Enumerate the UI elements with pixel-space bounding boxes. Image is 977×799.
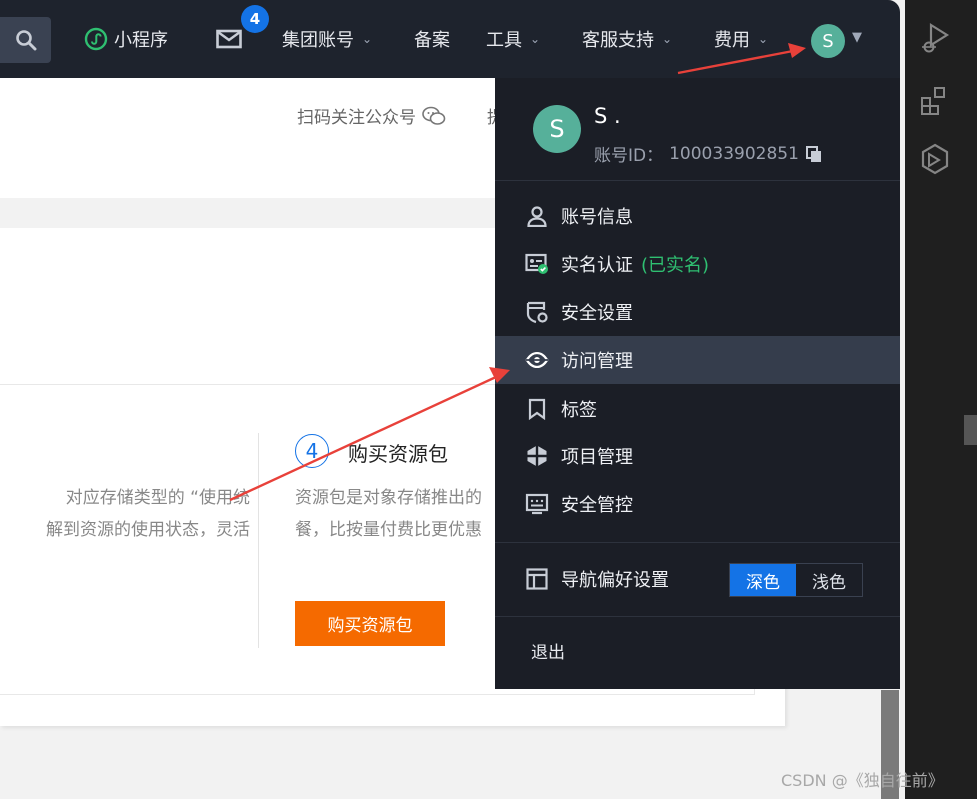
extensions-icon[interactable] bbox=[917, 83, 953, 119]
menu-item-real-name[interactable]: 实名认证 (已实名) bbox=[495, 240, 900, 288]
theme-dark-option[interactable]: 深色 bbox=[730, 564, 796, 596]
monitor-control-icon bbox=[525, 492, 549, 516]
user-avatar-button[interactable]: S bbox=[811, 24, 845, 58]
wechat-follow-label: 扫码关注公众号 bbox=[297, 108, 416, 128]
nav-tools-label: 工具 bbox=[486, 30, 522, 51]
chevron-down-icon: ⌄ bbox=[530, 32, 541, 46]
menu-item-access-management[interactable]: 访问管理 bbox=[495, 336, 900, 384]
buy-resource-pack-button[interactable]: 购买资源包 bbox=[295, 601, 445, 646]
mail-icon bbox=[216, 29, 242, 49]
account-id: 账号ID： 100033902851 bbox=[594, 141, 823, 166]
menu-item-label: 账号信息 bbox=[561, 207, 633, 228]
menu-item-label: 项目管理 bbox=[561, 447, 633, 468]
step-3-description: 对应存储类型的 “使用统 解到资源的使用状态，灵活 bbox=[0, 482, 250, 546]
menu-item-nav-preferences: 导航偏好设置 bbox=[495, 555, 715, 603]
layout-icon bbox=[525, 567, 549, 591]
divider bbox=[495, 542, 900, 543]
step-3-description-line: 对应存储类型的 “使用统 bbox=[65, 488, 250, 508]
nav-mini-program-label: 小程序 bbox=[114, 30, 168, 51]
menu-item-label: 标签 bbox=[561, 400, 597, 421]
shield-settings-icon bbox=[525, 300, 549, 324]
step-4-description: 资源包是对象存储推出的 餐，比按量付费比更优惠 bbox=[295, 482, 495, 546]
menu-item-tags[interactable]: 标签 bbox=[495, 385, 900, 433]
account-id-label: 账号ID： bbox=[594, 146, 664, 166]
watermark: CSDN @《独自往前》 bbox=[781, 771, 944, 790]
top-navigation-bar: 小程序 4 集团账号 ⌄ 备案 工具 ⌄ 客服支持 ⌄ 费用 ⌄ S ▼ bbox=[0, 0, 900, 78]
menu-item-project-management[interactable]: 项目管理 bbox=[495, 432, 900, 480]
menu-item-account-info[interactable]: 账号信息 bbox=[495, 192, 900, 240]
step-3-description-line: 解到资源的使用状态，灵活 bbox=[46, 520, 250, 540]
account-id-value: 100033902851 bbox=[669, 143, 799, 164]
eye-access-icon bbox=[525, 348, 549, 372]
nav-support[interactable]: 客服支持 ⌄ bbox=[582, 0, 672, 78]
search-button[interactable] bbox=[0, 17, 51, 63]
hexagon-extension-icon[interactable] bbox=[917, 142, 953, 178]
nav-messages[interactable] bbox=[216, 0, 242, 78]
editor-activity-bar bbox=[905, 0, 977, 799]
nav-group-account[interactable]: 集团账号 ⌄ bbox=[282, 0, 372, 78]
user-name: S . bbox=[594, 104, 621, 128]
divider bbox=[495, 180, 900, 181]
nav-mini-program[interactable]: 小程序 bbox=[84, 0, 168, 78]
nav-filing-label: 备案 bbox=[414, 30, 450, 51]
menu-item-label: 安全管控 bbox=[561, 495, 633, 516]
menu-item-label: 安全设置 bbox=[561, 303, 633, 324]
chevron-down-icon: ⌄ bbox=[662, 32, 673, 46]
card-bottom-border bbox=[0, 694, 755, 695]
nav-billing-label: 费用 bbox=[714, 30, 750, 51]
theme-light-option[interactable]: 浅色 bbox=[796, 564, 862, 596]
search-icon bbox=[15, 29, 37, 51]
run-debug-icon[interactable] bbox=[917, 20, 953, 56]
nav-tools[interactable]: 工具 ⌄ bbox=[486, 0, 540, 78]
menu-item-security-control[interactable]: 安全管控 bbox=[495, 480, 900, 528]
verified-status: (已实名) bbox=[641, 255, 710, 276]
step-divider bbox=[258, 433, 259, 648]
nav-group-account-label: 集团账号 bbox=[282, 30, 354, 51]
mini-program-icon bbox=[84, 27, 108, 51]
menu-item-label: 访问管理 bbox=[561, 351, 633, 372]
screenshot-root: 扫码关注公众号 提 对应存储类型的 “使用统 解到资源的使用状态，灵活 4 购买… bbox=[0, 0, 977, 799]
copy-icon[interactable] bbox=[805, 145, 823, 163]
project-icon bbox=[525, 444, 549, 468]
logout-button[interactable]: 退出 bbox=[531, 638, 565, 663]
account-dropdown-menu: S S . 账号ID： 100033902851 账号信息 实名认证 (已实名) bbox=[495, 78, 900, 689]
bookmark-icon bbox=[525, 397, 549, 421]
divider bbox=[495, 616, 900, 617]
step-number-badge: 4 bbox=[295, 434, 329, 468]
menu-item-security-settings[interactable]: 安全设置 bbox=[495, 288, 900, 336]
menu-item-label: 导航偏好设置 bbox=[561, 570, 669, 591]
step-title: 购买资源包 bbox=[348, 442, 448, 466]
id-card-verified-icon bbox=[525, 252, 549, 276]
scrollbar-marker bbox=[964, 415, 977, 445]
caret-down-icon[interactable]: ▼ bbox=[852, 30, 862, 45]
avatar: S bbox=[533, 105, 581, 153]
nav-billing[interactable]: 费用 ⌄ bbox=[714, 0, 768, 78]
menu-item-label: 实名认证 bbox=[561, 255, 633, 276]
message-count-badge: 4 bbox=[241, 5, 269, 33]
chevron-down-icon: ⌄ bbox=[758, 32, 769, 46]
chevron-down-icon: ⌄ bbox=[362, 32, 373, 46]
step-4-description-line: 资源包是对象存储推出的 bbox=[295, 488, 482, 508]
theme-toggle: 深色 浅色 bbox=[729, 563, 863, 597]
nav-support-label: 客服支持 bbox=[582, 30, 654, 51]
nav-filing[interactable]: 备案 bbox=[414, 0, 450, 78]
user-icon bbox=[525, 204, 549, 228]
wechat-icon bbox=[422, 105, 446, 127]
step-4-description-line: 餐，比按量付费比更优惠 bbox=[295, 520, 482, 540]
wechat-follow-link[interactable]: 扫码关注公众号 bbox=[297, 103, 446, 128]
